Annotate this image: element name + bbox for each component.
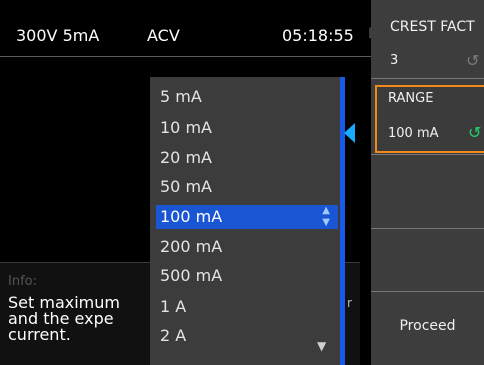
scroll-down-arrow-icon: ▼ <box>317 339 327 353</box>
proceed-button[interactable]: Proceed <box>371 291 484 361</box>
list-item-selected[interactable]: 100 mA ▲ ▼ <box>156 205 338 229</box>
softkey-divider <box>371 154 484 155</box>
dropdown-scrollbar[interactable] <box>340 77 345 365</box>
list-item[interactable]: 5 mA <box>156 85 338 109</box>
rotate-knob-icon: ↺ <box>468 123 482 142</box>
crest-factor-value: 3 <box>390 53 399 68</box>
info-label: Info: <box>8 274 37 289</box>
list-item[interactable]: 500 mA <box>156 264 338 288</box>
list-item[interactable]: 10 mA <box>156 116 338 140</box>
list-item[interactable]: 20 mA <box>156 146 338 170</box>
list-item[interactable]: 200 mA <box>156 235 338 259</box>
range-value: 100 mA <box>388 126 439 141</box>
softkey-divider <box>371 228 484 229</box>
clock-readout: 05:18:55 <box>282 26 354 45</box>
measurement-range-readout: 300V 5mA <box>16 26 100 45</box>
status-bar: 300V 5mA ACV 05:18:55 L <box>0 0 376 56</box>
status-divider <box>0 56 371 57</box>
dropdown-pointer-icon <box>344 123 355 143</box>
list-item[interactable]: 50 mA <box>156 175 338 199</box>
softkey-divider <box>371 78 484 79</box>
crest-factor-title[interactable]: CREST FACT <box>390 19 475 35</box>
info-truncated-text: r <box>347 296 352 310</box>
spin-arrows-icon: ▲ ▼ <box>322 205 330 228</box>
instrument-screen: 300V 5mA ACV 05:18:55 L Info: Set maximu… <box>0 0 484 365</box>
list-item[interactable]: 2 A <box>156 324 338 348</box>
measurement-mode-readout: ACV <box>147 26 180 45</box>
range-title: RANGE <box>388 91 434 106</box>
rotate-knob-icon: ↺ <box>466 51 480 70</box>
range-dropdown-list[interactable]: 5 mA 10 mA 20 mA 50 mA 100 mA ▲ ▼ 200 mA … <box>150 77 341 365</box>
list-item[interactable]: 1 A <box>156 295 338 319</box>
